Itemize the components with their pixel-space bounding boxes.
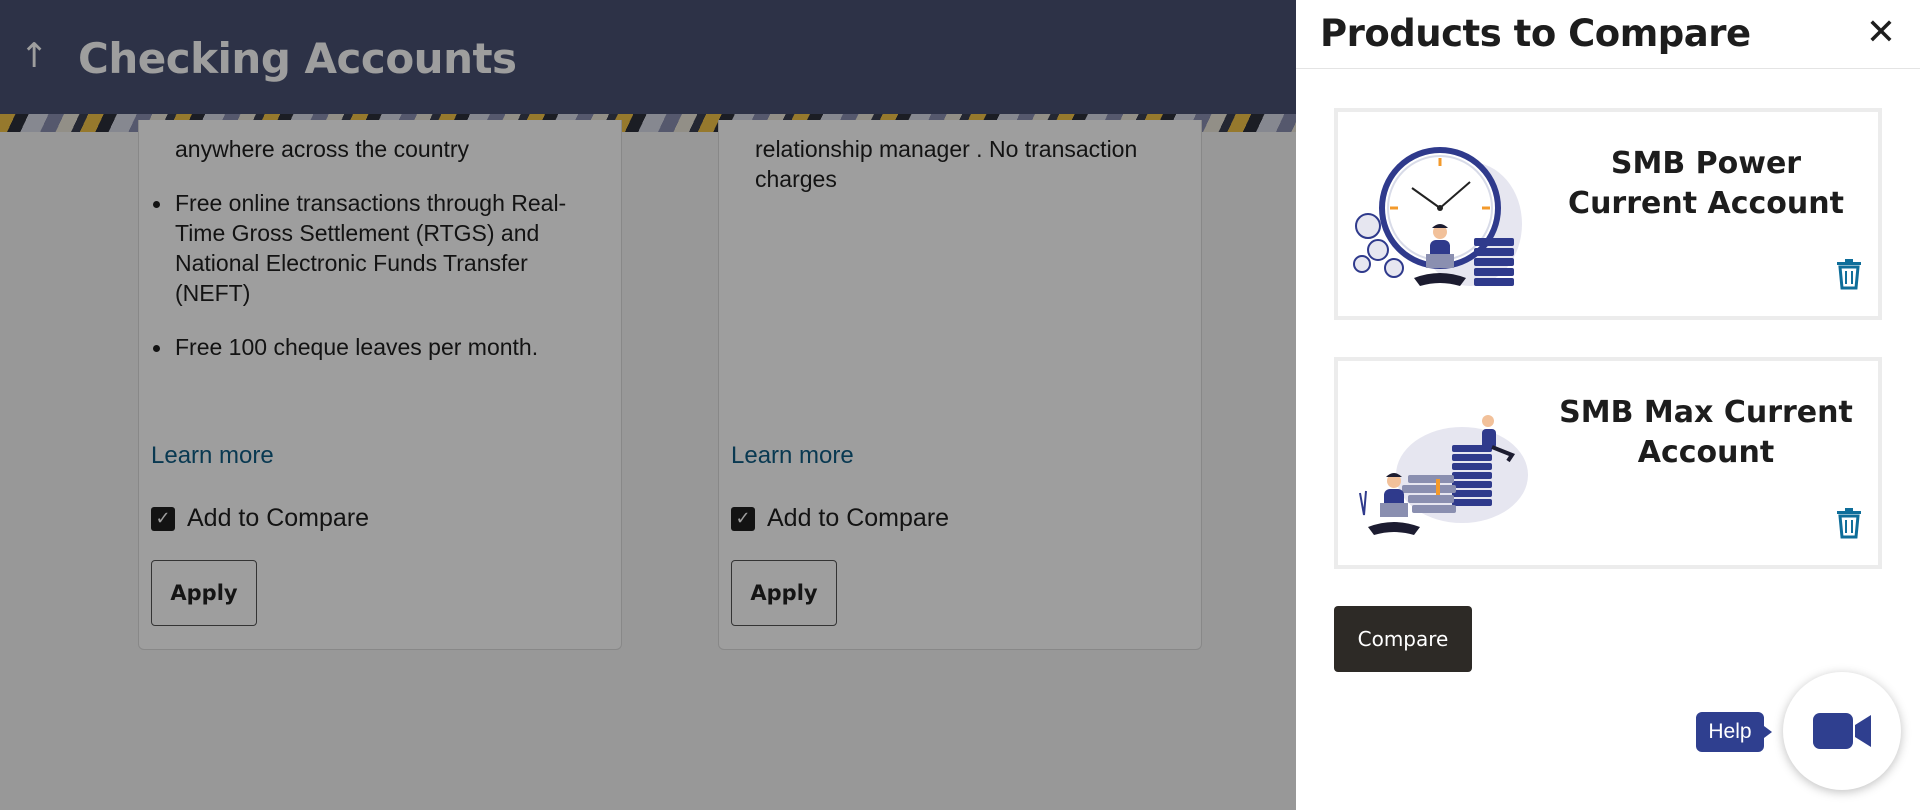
product-name: SMB Max Current Account <box>1559 395 1853 470</box>
modal-backdrop[interactable] <box>0 0 1296 810</box>
coin-stack-illustration <box>1359 415 1528 535</box>
compare-button[interactable]: Compare <box>1334 606 1472 672</box>
compare-product-card: SMB Max Current Account <box>1334 357 1882 569</box>
video-call-button[interactable] <box>1783 672 1901 790</box>
clock-coins-illustration <box>1353 147 1522 286</box>
divider <box>1296 68 1920 69</box>
product-name: SMB Power Current Account <box>1568 146 1844 221</box>
trash-icon[interactable] <box>1834 507 1864 539</box>
compare-product-card: SMB Power Current Account <box>1334 108 1882 320</box>
video-camera-icon <box>1813 713 1871 749</box>
drawer-title: Products to Compare <box>1320 12 1751 55</box>
close-icon[interactable]: ✕ <box>1866 12 1896 53</box>
help-button[interactable]: Help <box>1696 712 1772 752</box>
trash-icon[interactable] <box>1834 258 1864 290</box>
